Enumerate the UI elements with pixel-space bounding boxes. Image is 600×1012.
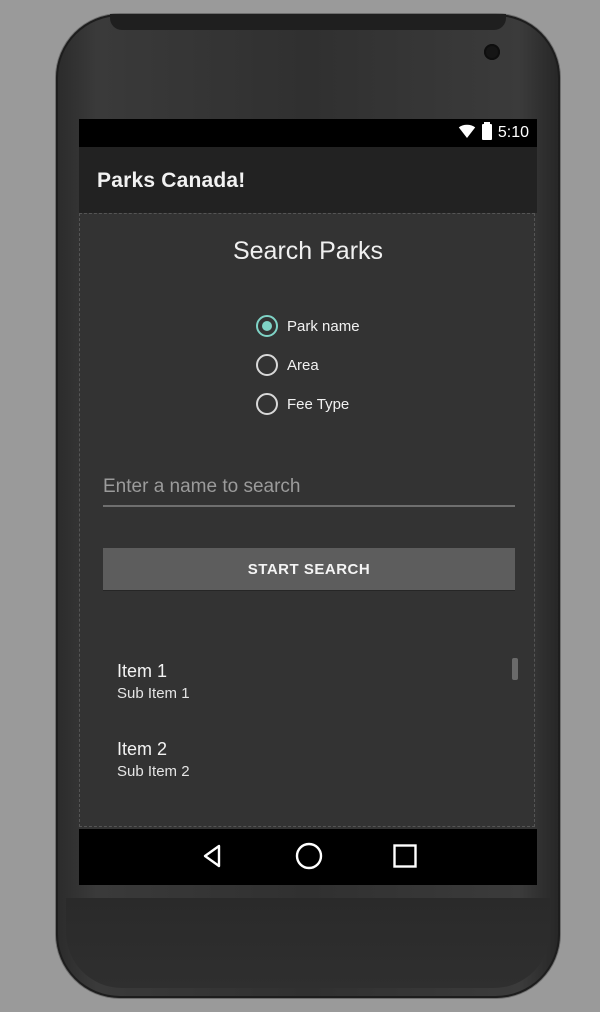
list-item-subtitle: Sub Item 2 bbox=[117, 763, 190, 780]
radio-button-unchecked-icon[interactable] bbox=[256, 393, 278, 415]
list-item-title: Item 1 bbox=[117, 661, 168, 681]
list-scrollbar[interactable] bbox=[512, 658, 518, 680]
home-button[interactable] bbox=[294, 841, 324, 875]
radio-option-fee-type[interactable]: Fee Type bbox=[256, 392, 406, 416]
search-input[interactable] bbox=[103, 473, 515, 507]
system-navigation-bar bbox=[79, 829, 537, 885]
radio-option-park-name[interactable]: Park name bbox=[256, 314, 406, 338]
recent-apps-icon bbox=[390, 841, 420, 875]
radio-button-checked-icon[interactable] bbox=[256, 315, 278, 337]
search-content: Search Parks Park name Area Fee Type STA… bbox=[79, 213, 537, 829]
status-icons: 5:10 bbox=[458, 121, 529, 145]
camera bbox=[484, 44, 500, 60]
list-item-title: Item 2 bbox=[117, 739, 168, 759]
radio-option-area[interactable]: Area bbox=[256, 353, 406, 377]
recent-apps-button[interactable] bbox=[390, 843, 420, 873]
wifi-icon bbox=[458, 123, 476, 144]
radio-label-fee-type: Fee Type bbox=[287, 395, 350, 413]
search-type-radio-group: Park name Area Fee Type bbox=[256, 314, 406, 434]
list-item-subtitle: Sub Item 1 bbox=[117, 685, 190, 702]
phone-speaker bbox=[110, 14, 506, 30]
back-button[interactable] bbox=[197, 843, 227, 873]
radio-button-unchecked-icon[interactable] bbox=[256, 354, 278, 376]
home-icon bbox=[294, 841, 324, 875]
phone-bottom bbox=[66, 898, 550, 988]
app-title: Parks Canada! bbox=[97, 169, 246, 192]
radio-label-area: Area bbox=[287, 356, 319, 374]
status-bar: 5:10 bbox=[79, 119, 537, 147]
results-list: Item 1 Sub Item 1 Item 2 Sub Item 2 bbox=[103, 661, 515, 821]
start-search-button[interactable]: START SEARCH bbox=[103, 548, 515, 590]
battery-icon bbox=[481, 121, 492, 145]
status-time: 5:10 bbox=[497, 124, 529, 141]
app-screen: 5:10 Parks Canada! Search Parks Park nam… bbox=[79, 119, 537, 885]
app-toolbar: Parks Canada! bbox=[79, 147, 537, 213]
list-item[interactable]: Item 2 Sub Item 2 bbox=[117, 739, 477, 791]
page-title: Search Parks bbox=[232, 237, 384, 265]
radio-label-park-name: Park name bbox=[287, 317, 360, 335]
back-icon bbox=[197, 841, 227, 875]
list-item[interactable]: Item 1 Sub Item 1 bbox=[117, 661, 477, 713]
